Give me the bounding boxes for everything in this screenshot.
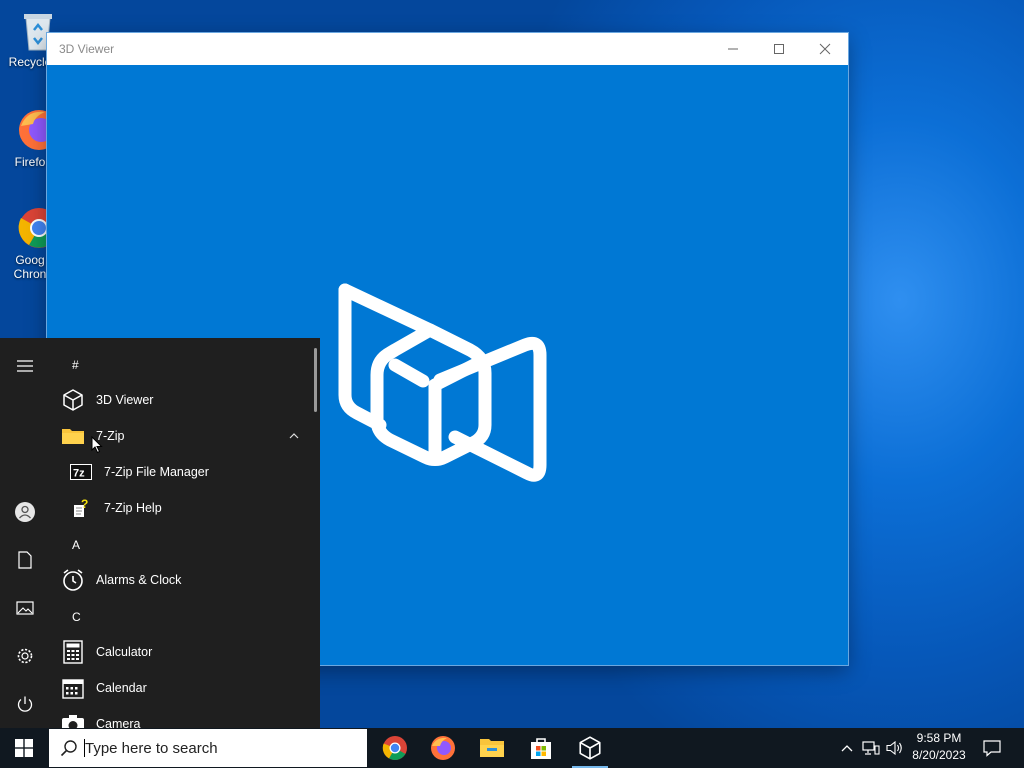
section-letter[interactable]: C [72, 610, 81, 624]
minimize-icon [728, 48, 738, 50]
section-letter[interactable]: # [72, 358, 79, 372]
3d-viewer-logo-icon [338, 283, 547, 482]
action-center-button[interactable] [978, 728, 1006, 768]
app-label: Calculator [96, 645, 153, 659]
chevron-up-icon [841, 745, 853, 752]
svg-text:?: ? [81, 498, 88, 511]
firefox-icon [431, 736, 455, 760]
folder-7zip[interactable]: 7-Zip [50, 418, 310, 454]
volume-icon [886, 740, 902, 756]
clock[interactable]: 9:58 PM 8/20/2023 [904, 730, 974, 764]
volume-button[interactable] [884, 728, 906, 768]
clock-time: 9:58 PM [916, 731, 962, 745]
app-7zip-file-manager[interactable]: 7z 7-Zip File Manager [50, 454, 318, 490]
network-icon [862, 741, 880, 755]
7zip-icon: 7z [70, 464, 92, 480]
app-label: Calendar [96, 681, 147, 695]
network-button[interactable] [860, 728, 882, 768]
settings-icon [17, 648, 33, 664]
window-titlebar[interactable]: 3D Viewer [47, 33, 848, 65]
close-icon [819, 43, 831, 55]
file-explorer-icon [480, 739, 504, 757]
notification-icon [983, 740, 1001, 757]
section-letter[interactable]: A [72, 538, 80, 552]
taskbar-file-explorer[interactable] [468, 728, 516, 768]
app-calendar[interactable]: Calendar [50, 670, 310, 706]
taskbar: Type here to search 9:58 PM 8/20/2023 [0, 728, 1024, 768]
power-button[interactable] [0, 684, 50, 724]
app-7zip-help[interactable]: ? 7-Zip Help [50, 490, 318, 526]
taskbar-store[interactable] [517, 728, 565, 768]
power-icon [17, 696, 33, 712]
close-button[interactable] [802, 33, 848, 65]
windows-logo-icon [15, 739, 33, 757]
folder-icon [62, 429, 84, 444]
maximize-icon [774, 44, 784, 54]
app-calculator[interactable]: Calculator [50, 634, 310, 670]
document-icon [18, 551, 32, 569]
app-label: 3D Viewer [96, 393, 154, 407]
search-box[interactable]: Type here to search [49, 729, 367, 767]
app-label: 7-Zip File Manager [104, 465, 209, 479]
documents-button[interactable] [0, 540, 50, 580]
minimize-button[interactable] [710, 33, 756, 65]
app-camera[interactable]: Camera [50, 706, 310, 730]
start-rail [0, 338, 50, 730]
hamburger-icon [17, 360, 33, 372]
account-button[interactable] [0, 492, 50, 532]
show-hidden-icons-button[interactable] [838, 728, 856, 768]
mouse-cursor-icon [91, 436, 103, 454]
start-menu[interactable]: # 3D Viewer 7-Zip 7z 7-Zip File Manager … [0, 338, 320, 730]
expand-button[interactable] [0, 346, 50, 386]
window-title: 3D Viewer [59, 42, 115, 56]
settings-button[interactable] [0, 636, 50, 676]
3d-cube-icon [63, 389, 83, 411]
calculator-icon [63, 640, 83, 664]
app-label: 7-Zip Help [104, 501, 162, 515]
maximize-button[interactable] [756, 33, 802, 65]
calendar-icon [62, 679, 84, 699]
taskbar-chrome[interactable] [371, 728, 419, 768]
search-placeholder: Type here to search [85, 739, 218, 757]
pictures-button[interactable] [0, 588, 50, 628]
pictures-icon [16, 601, 34, 615]
app-alarms-clock[interactable]: Alarms & Clock [50, 562, 310, 598]
store-icon [531, 738, 551, 759]
app-3d-viewer[interactable]: 3D Viewer [50, 382, 310, 418]
clock-date: 8/20/2023 [912, 748, 966, 762]
3d-viewer-icon [579, 736, 601, 760]
help-document-icon: ? [74, 498, 88, 517]
app-label: Alarms & Clock [96, 573, 182, 587]
chevron-up-icon[interactable] [289, 433, 299, 439]
scrollbar[interactable] [314, 348, 317, 412]
taskbar-firefox[interactable] [419, 728, 467, 768]
chrome-icon [382, 736, 407, 761]
svg-text:7z: 7z [73, 468, 85, 480]
user-icon [15, 502, 35, 522]
alarm-clock-icon [63, 569, 83, 591]
taskbar-3d-viewer[interactable] [566, 728, 614, 768]
app-list[interactable]: # 3D Viewer 7-Zip 7z 7-Zip File Manager … [50, 338, 320, 730]
start-button[interactable] [0, 728, 48, 768]
search-icon [60, 740, 77, 757]
